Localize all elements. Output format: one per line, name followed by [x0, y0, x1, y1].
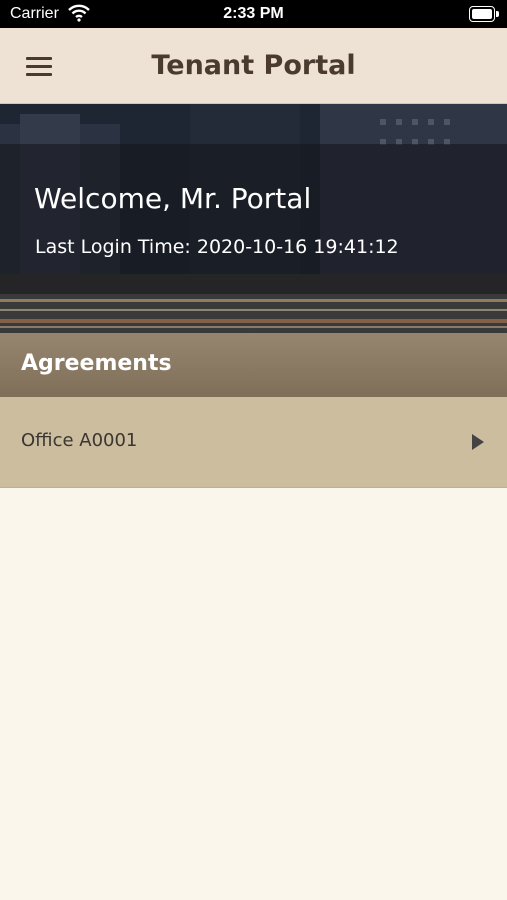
banner-overlay	[0, 144, 507, 294]
chevron-right-icon	[471, 433, 485, 455]
agreement-label: Office A0001	[21, 430, 138, 451]
welcome-banner: Welcome, Mr. Portal Last Login Time: 202…	[0, 104, 507, 333]
navigation-bar: Tenant Portal	[0, 28, 507, 104]
welcome-heading: Welcome, Mr. Portal	[34, 182, 312, 215]
agreements-section-header: Agreements	[0, 333, 507, 397]
page-title: Tenant Portal	[151, 50, 356, 81]
section-title: Agreements	[21, 351, 172, 376]
status-bar: Carrier 2:33 PM	[0, 0, 507, 28]
list-item[interactable]: Office A0001	[0, 397, 507, 488]
last-login-text: Last Login Time: 2020-10-16 19:41:12	[35, 236, 399, 258]
clock-label: 2:33 PM	[223, 5, 284, 22]
battery-icon	[469, 6, 499, 22]
